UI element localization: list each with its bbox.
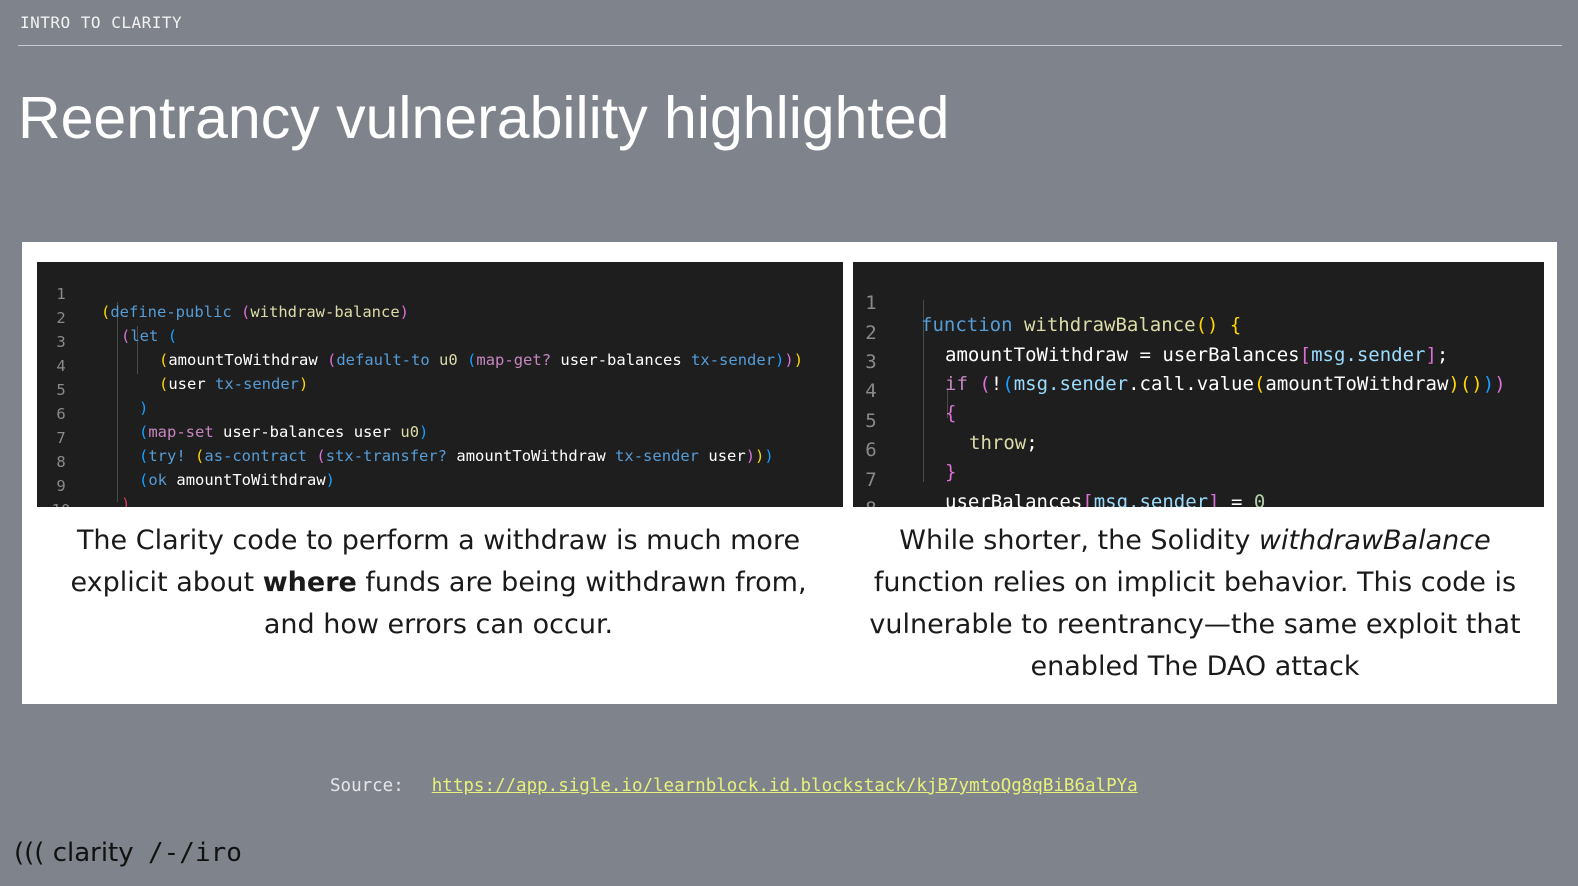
clarity-caption: The Clarity code to perform a withdraw i… <box>62 520 815 646</box>
caption-text: function relies on implicit behavior. Th… <box>869 567 1521 682</box>
source-link[interactable]: https://app.sigle.io/learnblock.id.block… <box>432 776 1138 796</box>
caption-emphasis: where <box>262 567 357 598</box>
content-panel: 1 (define-public (withdraw-balance) 2 (l… <box>22 242 1557 704</box>
source-row: Source: https://app.sigle.io/learnblock.i… <box>330 776 1138 796</box>
caption-emphasis: withdrawBalance <box>1258 525 1491 556</box>
line-number: 8 <box>859 498 883 507</box>
caption-text: While shorter, the Solidity <box>899 525 1259 556</box>
header-rule <box>18 45 1562 46</box>
iro-logo: /-/iro <box>148 838 242 868</box>
line-number: 10 <box>49 501 73 507</box>
code-line: 8 } <box>853 476 1544 507</box>
source-label: Source: <box>330 776 404 796</box>
code-line: 10 ) <box>37 483 843 507</box>
solidity-code-block: 1 function withdrawBalance() { 2 amountT… <box>853 262 1544 507</box>
clarity-code-block: 1 (define-public (withdraw-balance) 2 (l… <box>37 262 843 507</box>
slide-title: Reentrancy vulnerability highlighted <box>18 85 950 151</box>
solidity-caption: While shorter, the Solidity withdrawBala… <box>855 520 1535 688</box>
clarity-logo: ((( clarity <box>14 838 134 868</box>
header-label: INTRO TO CLARITY <box>20 13 183 32</box>
